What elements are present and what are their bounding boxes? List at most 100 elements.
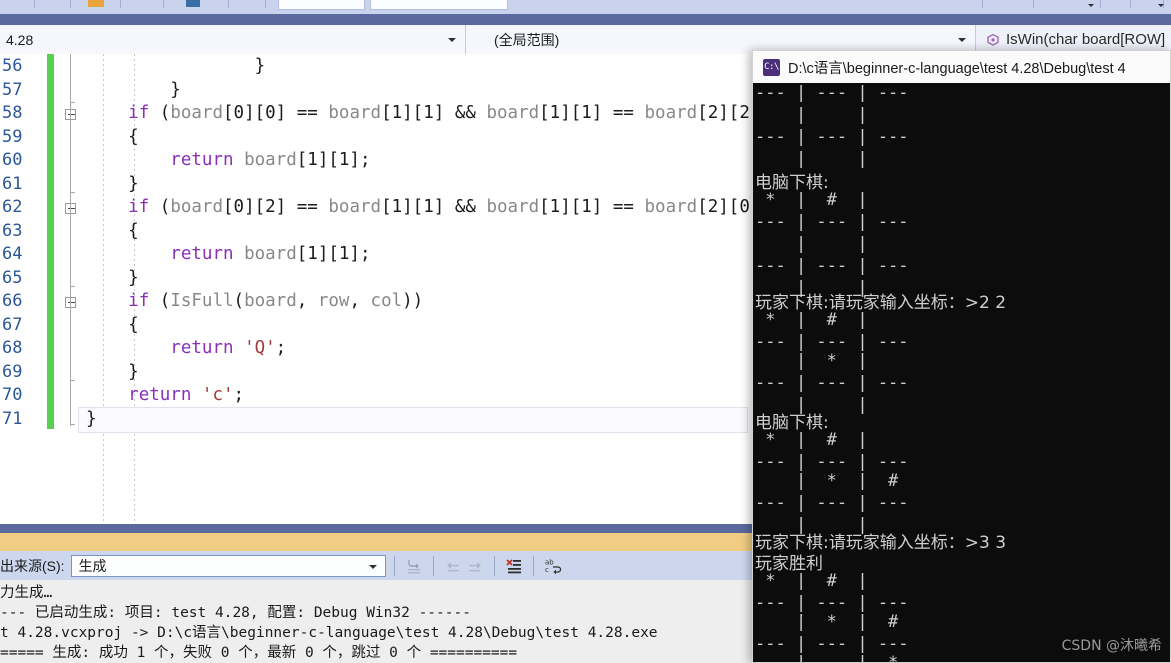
line-number: 58 bbox=[2, 103, 23, 123]
output-line: 力生成… bbox=[0, 585, 53, 601]
code-line[interactable]: if (board[0][0] == board[1][1] && board[… bbox=[86, 103, 834, 123]
output-line: --- 已启动生成: 项目: test 4.28, 配置: Debug Win3… bbox=[0, 605, 471, 621]
fold-guide-tick bbox=[70, 286, 75, 287]
go-to-message-button[interactable] bbox=[403, 555, 425, 577]
fold-guide-line bbox=[70, 384, 71, 426]
code-line[interactable]: } bbox=[86, 409, 97, 429]
next-message-button[interactable] bbox=[464, 555, 486, 577]
toolbar-button-icon[interactable] bbox=[186, 0, 200, 7]
console-board-line: | | bbox=[755, 149, 909, 169]
code-token: } bbox=[170, 79, 181, 100]
toggle-word-wrap-button[interactable]: ab c bbox=[542, 555, 564, 577]
scope-selector-value: (全局范围) bbox=[494, 31, 560, 48]
line-number: 61 bbox=[2, 173, 23, 194]
output-source-label: 出来源(S): bbox=[0, 557, 65, 574]
code-folding-column[interactable] bbox=[60, 54, 82, 524]
code-line[interactable]: } bbox=[86, 56, 266, 76]
console-app-icon: C:\ bbox=[763, 58, 780, 76]
output-source-value: 生成 bbox=[78, 557, 107, 574]
code-line[interactable]: } bbox=[86, 268, 139, 288]
chevron-down-icon[interactable] bbox=[368, 564, 377, 569]
console-board-line: | | bbox=[755, 105, 909, 125]
console-window[interactable]: C:\ D:\c语言\beginner-c-language\test 4.28… bbox=[752, 50, 1171, 663]
previous-message-button[interactable] bbox=[442, 555, 464, 577]
console-board-line: | | * bbox=[755, 653, 909, 663]
code-line[interactable]: return board[1][1]; bbox=[86, 150, 370, 170]
code-token: [1][1] bbox=[381, 197, 455, 217]
line-number: 67 bbox=[2, 314, 23, 335]
line-number-gutter: 56 57 58 59 60 61 62 63 64 65 66 67 68 69 70 71 bbox=[0, 54, 44, 524]
code-line[interactable]: return 'Q'; bbox=[86, 338, 286, 358]
toolbar-combo[interactable] bbox=[370, 0, 508, 10]
code-token: [1][1]; bbox=[296, 244, 371, 264]
chevron-down-icon[interactable] bbox=[1158, 4, 1164, 7]
chevron-down-icon[interactable] bbox=[1088, 4, 1094, 7]
code-token: == bbox=[612, 197, 645, 217]
code-token: == bbox=[612, 103, 645, 123]
clear-all-button[interactable] bbox=[503, 555, 525, 577]
line-number: 63 bbox=[2, 220, 23, 241]
line-number: 69 bbox=[2, 361, 23, 382]
line-number: 62 bbox=[2, 197, 23, 217]
code-token: { bbox=[128, 126, 139, 147]
code-line[interactable]: if (IsFull(board, row, col)) bbox=[86, 291, 423, 311]
console-board-line: * | # | bbox=[755, 190, 899, 210]
code-token: 'c' bbox=[201, 385, 234, 405]
console-board-line: --- | --- | --- bbox=[755, 127, 909, 147]
line-number: 66 bbox=[2, 291, 23, 311]
toolbar-combo[interactable] bbox=[278, 0, 365, 10]
code-token: col bbox=[370, 291, 403, 311]
watermark: CSDN @沐曦希 bbox=[1061, 638, 1162, 654]
code-token: ; bbox=[275, 338, 287, 358]
code-line[interactable]: return board[1][1]; bbox=[86, 244, 371, 264]
code-token: } bbox=[128, 361, 139, 382]
toolbar-separator bbox=[34, 0, 35, 8]
console-board-line: --- | --- | --- bbox=[755, 83, 909, 103]
code-token: [1][1] bbox=[539, 197, 613, 217]
code-line[interactable]: { bbox=[86, 221, 139, 241]
console-board-line: | | bbox=[755, 278, 909, 298]
output-source-combo[interactable]: 生成 bbox=[70, 554, 386, 577]
indent-guide bbox=[134, 54, 135, 524]
code-token: board bbox=[644, 197, 698, 217]
code-line[interactable]: } bbox=[86, 362, 139, 382]
code-line[interactable]: { bbox=[86, 315, 139, 335]
code-line[interactable]: return 'c'; bbox=[86, 385, 244, 405]
chevron-down-icon[interactable] bbox=[958, 38, 966, 42]
chevron-down-icon[interactable] bbox=[448, 38, 456, 42]
code-token: board bbox=[486, 103, 540, 123]
code-token: board bbox=[328, 197, 382, 217]
toolbar-separator bbox=[1033, 0, 1034, 8]
change-indicator-bar bbox=[47, 54, 54, 429]
console-title-bar[interactable]: C:\ D:\c语言\beginner-c-language\test 4.28… bbox=[753, 51, 1170, 83]
toolbar-divider-band bbox=[0, 14, 1171, 25]
code-line[interactable]: } bbox=[86, 80, 181, 100]
fold-guide-tick bbox=[70, 380, 75, 381]
code-token: board bbox=[244, 244, 297, 264]
toolbar-separator bbox=[228, 0, 229, 8]
line-number: 64 bbox=[2, 244, 23, 264]
code-token: { bbox=[128, 220, 139, 241]
project-selector-combo[interactable]: 4.28 bbox=[0, 25, 466, 54]
console-board-line: | * | bbox=[755, 351, 899, 371]
code-token: } bbox=[254, 56, 266, 76]
console-board-line: | | bbox=[755, 234, 909, 254]
toolbar-button-icon[interactable] bbox=[88, 0, 104, 7]
code-token: if bbox=[128, 103, 150, 123]
code-token: } bbox=[86, 408, 97, 429]
main-toolbar[interactable] bbox=[0, 0, 1171, 14]
console-board-line: | * | # bbox=[755, 612, 909, 632]
code-line[interactable]: { bbox=[86, 127, 139, 147]
console-board-line: --- | --- | --- bbox=[755, 493, 909, 513]
line-number: 65 bbox=[2, 267, 23, 288]
output-line: t 4.28.vcxproj -> D:\c语言\beginner-c-lang… bbox=[0, 625, 658, 641]
fold-guide-tick bbox=[70, 192, 75, 193]
console-output[interactable]: | | * --- | --- | --- | * | # --- | --- … bbox=[753, 83, 1170, 663]
code-line[interactable]: if (board[0][2] == board[1][1] && board[… bbox=[86, 197, 834, 217]
line-number: 68 bbox=[2, 338, 23, 358]
code-token: [1][1] bbox=[539, 103, 613, 123]
code-line[interactable]: } bbox=[86, 174, 139, 194]
code-token: == bbox=[296, 197, 329, 217]
